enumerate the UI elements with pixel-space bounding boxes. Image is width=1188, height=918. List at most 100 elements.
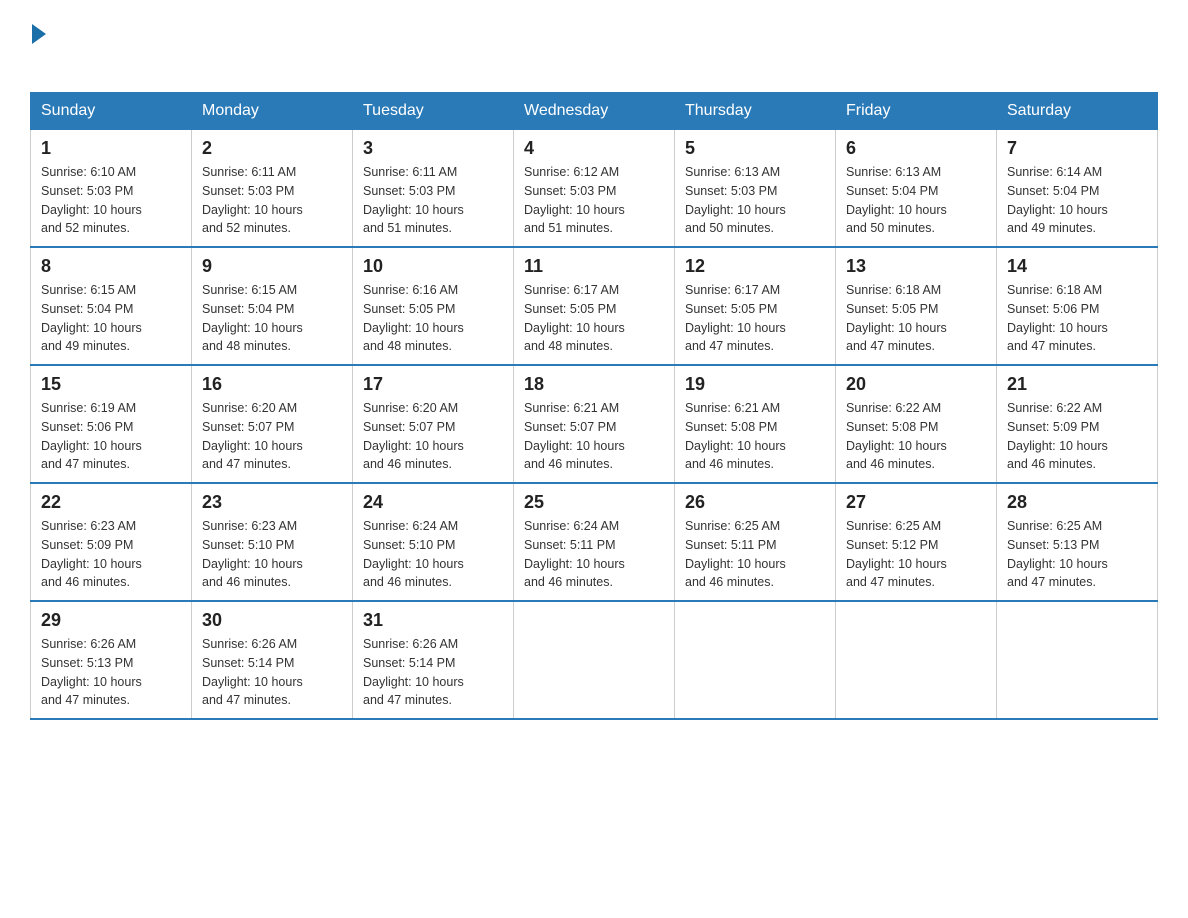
calendar-day-cell (675, 601, 836, 719)
calendar-day-cell (836, 601, 997, 719)
day-info: Sunrise: 6:12 AMSunset: 5:03 PMDaylight:… (524, 163, 664, 238)
calendar-day-cell: 11 Sunrise: 6:17 AMSunset: 5:05 PMDayligh… (514, 247, 675, 365)
day-info: Sunrise: 6:24 AMSunset: 5:10 PMDaylight:… (363, 517, 503, 592)
calendar-day-cell: 3 Sunrise: 6:11 AMSunset: 5:03 PMDaylight… (353, 129, 514, 247)
calendar-day-cell: 27 Sunrise: 6:25 AMSunset: 5:12 PMDayligh… (836, 483, 997, 601)
day-info: Sunrise: 6:20 AMSunset: 5:07 PMDaylight:… (202, 399, 342, 474)
day-info: Sunrise: 6:21 AMSunset: 5:07 PMDaylight:… (524, 399, 664, 474)
calendar-week-row: 15 Sunrise: 6:19 AMSunset: 5:06 PMDayligh… (31, 365, 1158, 483)
calendar-day-cell: 17 Sunrise: 6:20 AMSunset: 5:07 PMDayligh… (353, 365, 514, 483)
day-info: Sunrise: 6:18 AMSunset: 5:06 PMDaylight:… (1007, 281, 1147, 356)
day-number: 23 (202, 492, 342, 513)
day-number: 1 (41, 138, 181, 159)
weekday-header-monday: Monday (192, 93, 353, 129)
weekday-header-thursday: Thursday (675, 93, 836, 129)
day-info: Sunrise: 6:13 AMSunset: 5:03 PMDaylight:… (685, 163, 825, 238)
day-number: 15 (41, 374, 181, 395)
day-info: Sunrise: 6:13 AMSunset: 5:04 PMDaylight:… (846, 163, 986, 238)
calendar-day-cell: 4 Sunrise: 6:12 AMSunset: 5:03 PMDaylight… (514, 129, 675, 247)
calendar-day-cell: 14 Sunrise: 6:18 AMSunset: 5:06 PMDayligh… (997, 247, 1158, 365)
calendar-day-cell: 23 Sunrise: 6:23 AMSunset: 5:10 PMDayligh… (192, 483, 353, 601)
day-number: 27 (846, 492, 986, 513)
calendar-day-cell: 20 Sunrise: 6:22 AMSunset: 5:08 PMDayligh… (836, 365, 997, 483)
day-number: 2 (202, 138, 342, 159)
day-info: Sunrise: 6:23 AMSunset: 5:10 PMDaylight:… (202, 517, 342, 592)
weekday-header-tuesday: Tuesday (353, 93, 514, 129)
day-number: 28 (1007, 492, 1147, 513)
day-number: 5 (685, 138, 825, 159)
day-info: Sunrise: 6:26 AMSunset: 5:14 PMDaylight:… (363, 635, 503, 710)
day-info: Sunrise: 6:11 AMSunset: 5:03 PMDaylight:… (363, 163, 503, 238)
day-number: 22 (41, 492, 181, 513)
day-number: 10 (363, 256, 503, 277)
day-number: 3 (363, 138, 503, 159)
day-number: 12 (685, 256, 825, 277)
day-number: 25 (524, 492, 664, 513)
day-number: 18 (524, 374, 664, 395)
day-info: Sunrise: 6:22 AMSunset: 5:08 PMDaylight:… (846, 399, 986, 474)
day-info: Sunrise: 6:25 AMSunset: 5:13 PMDaylight:… (1007, 517, 1147, 592)
day-number: 21 (1007, 374, 1147, 395)
calendar-day-cell (514, 601, 675, 719)
calendar-day-cell: 19Sunrise: 6:21 AMSunset: 5:08 PMDayligh… (675, 365, 836, 483)
weekday-header-saturday: Saturday (997, 93, 1158, 129)
day-number: 20 (846, 374, 986, 395)
page-header: General (30, 20, 1158, 72)
calendar-day-cell: 6 Sunrise: 6:13 AMSunset: 5:04 PMDaylight… (836, 129, 997, 247)
day-info: Sunrise: 6:22 AMSunset: 5:09 PMDaylight:… (1007, 399, 1147, 474)
calendar-day-cell (997, 601, 1158, 719)
day-number: 26 (685, 492, 825, 513)
calendar-day-cell: 12 Sunrise: 6:17 AMSunset: 5:05 PMDayligh… (675, 247, 836, 365)
calendar-day-cell: 26 Sunrise: 6:25 AMSunset: 5:11 PMDayligh… (675, 483, 836, 601)
day-info: Sunrise: 6:16 AMSunset: 5:05 PMDaylight:… (363, 281, 503, 356)
day-info: Sunrise: 6:14 AMSunset: 5:04 PMDaylight:… (1007, 163, 1147, 238)
calendar-day-cell: 31Sunrise: 6:26 AMSunset: 5:14 PMDayligh… (353, 601, 514, 719)
day-info: Sunrise: 6:26 AMSunset: 5:13 PMDaylight:… (41, 635, 181, 710)
day-info: Sunrise: 6:15 AMSunset: 5:04 PMDaylight:… (202, 281, 342, 356)
day-number: 13 (846, 256, 986, 277)
weekday-header-wednesday: Wednesday (514, 93, 675, 129)
logo: General (30, 20, 134, 72)
calendar-week-row: 22 Sunrise: 6:23 AMSunset: 5:09 PMDayligh… (31, 483, 1158, 601)
calendar-week-row: 1 Sunrise: 6:10 AMSunset: 5:03 PMDaylight… (31, 129, 1158, 247)
day-number: 6 (846, 138, 986, 159)
day-number: 9 (202, 256, 342, 277)
day-number: 4 (524, 138, 664, 159)
calendar-day-cell: 28 Sunrise: 6:25 AMSunset: 5:13 PMDayligh… (997, 483, 1158, 601)
calendar-day-cell: 30Sunrise: 6:26 AMSunset: 5:14 PMDayligh… (192, 601, 353, 719)
calendar-day-cell: 7Sunrise: 6:14 AMSunset: 5:04 PMDaylight… (997, 129, 1158, 247)
calendar-day-cell: 5 Sunrise: 6:13 AMSunset: 5:03 PMDaylight… (675, 129, 836, 247)
day-info: Sunrise: 6:19 AMSunset: 5:06 PMDaylight:… (41, 399, 181, 474)
calendar-day-cell: 21 Sunrise: 6:22 AMSunset: 5:09 PMDayligh… (997, 365, 1158, 483)
weekday-header-friday: Friday (836, 93, 997, 129)
day-info: Sunrise: 6:17 AMSunset: 5:05 PMDaylight:… (685, 281, 825, 356)
calendar-day-cell: 16 Sunrise: 6:20 AMSunset: 5:07 PMDayligh… (192, 365, 353, 483)
calendar-day-cell: 29Sunrise: 6:26 AMSunset: 5:13 PMDayligh… (31, 601, 192, 719)
weekday-header-sunday: Sunday (31, 93, 192, 129)
day-number: 16 (202, 374, 342, 395)
calendar-day-cell: 1 Sunrise: 6:10 AMSunset: 5:03 PMDaylight… (31, 129, 192, 247)
day-info: Sunrise: 6:17 AMSunset: 5:05 PMDaylight:… (524, 281, 664, 356)
day-info: Sunrise: 6:11 AMSunset: 5:03 PMDaylight:… (202, 163, 342, 238)
calendar-day-cell: 10 Sunrise: 6:16 AMSunset: 5:05 PMDayligh… (353, 247, 514, 365)
weekday-header-row: SundayMondayTuesdayWednesdayThursdayFrid… (31, 93, 1158, 129)
calendar-day-cell: 15 Sunrise: 6:19 AMSunset: 5:06 PMDayligh… (31, 365, 192, 483)
day-info: Sunrise: 6:24 AMSunset: 5:11 PMDaylight:… (524, 517, 664, 592)
calendar-day-cell: 18 Sunrise: 6:21 AMSunset: 5:07 PMDayligh… (514, 365, 675, 483)
day-number: 19 (685, 374, 825, 395)
day-info: Sunrise: 6:26 AMSunset: 5:14 PMDaylight:… (202, 635, 342, 710)
calendar-day-cell: 13Sunrise: 6:18 AMSunset: 5:05 PMDayligh… (836, 247, 997, 365)
day-info: Sunrise: 6:25 AMSunset: 5:12 PMDaylight:… (846, 517, 986, 592)
day-info: Sunrise: 6:23 AMSunset: 5:09 PMDaylight:… (41, 517, 181, 592)
day-number: 14 (1007, 256, 1147, 277)
day-number: 11 (524, 256, 664, 277)
day-info: Sunrise: 6:20 AMSunset: 5:07 PMDaylight:… (363, 399, 503, 474)
day-info: Sunrise: 6:10 AMSunset: 5:03 PMDaylight:… (41, 163, 181, 238)
day-info: Sunrise: 6:25 AMSunset: 5:11 PMDaylight:… (685, 517, 825, 592)
calendar-table: SundayMondayTuesdayWednesdayThursdayFrid… (30, 92, 1158, 720)
calendar-week-row: 29Sunrise: 6:26 AMSunset: 5:13 PMDayligh… (31, 601, 1158, 719)
calendar-day-cell: 2 Sunrise: 6:11 AMSunset: 5:03 PMDaylight… (192, 129, 353, 247)
day-number: 17 (363, 374, 503, 395)
calendar-day-cell: 9 Sunrise: 6:15 AMSunset: 5:04 PMDaylight… (192, 247, 353, 365)
day-number: 24 (363, 492, 503, 513)
